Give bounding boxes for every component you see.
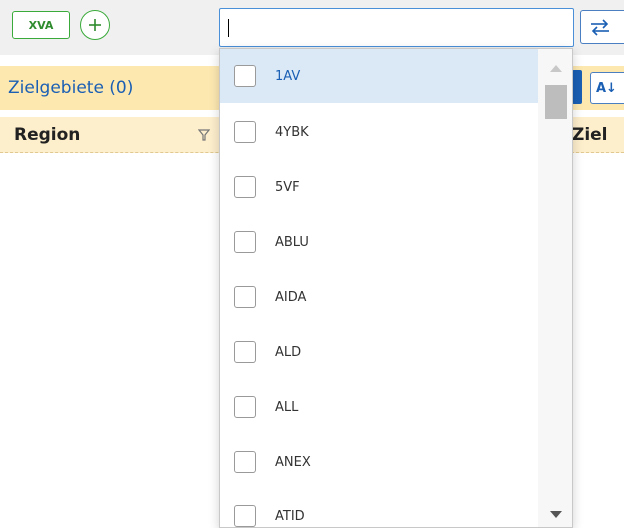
add-button[interactable] — [80, 10, 110, 40]
swap-button[interactable] — [580, 10, 624, 44]
panel-title: Zielgebiete (0) — [8, 78, 134, 98]
search-input[interactable] — [219, 8, 574, 47]
option-label: 5VF — [275, 179, 300, 195]
option-label: 4YBK — [275, 124, 309, 140]
option-checkbox[interactable] — [234, 286, 256, 308]
option-checkbox[interactable] — [234, 65, 256, 87]
header-action-button[interactable] — [572, 70, 582, 104]
scroll-thumb[interactable] — [545, 85, 567, 119]
option-label: AIDA — [275, 289, 307, 305]
dropdown-option[interactable]: ABLU — [220, 215, 538, 269]
option-checkbox[interactable] — [234, 396, 256, 418]
dropdown-option[interactable]: 5VF — [220, 160, 538, 214]
plus-circle-icon — [89, 19, 101, 31]
option-label: ALL — [275, 399, 299, 415]
sort-button-label: A↓ — [596, 80, 617, 96]
xva-button[interactable]: XVA — [12, 11, 70, 39]
multiselect-dropdown: 1AV 4YBK 5VF ABLU AIDA ALD ALL ANEX ATID — [219, 48, 573, 528]
dropdown-option[interactable]: ATID — [220, 489, 538, 527]
option-checkbox[interactable] — [234, 341, 256, 363]
option-checkbox[interactable] — [234, 121, 256, 143]
dropdown-option[interactable]: 1AV — [220, 49, 538, 103]
column-header-region[interactable]: Region — [14, 125, 80, 145]
option-label: ATID — [275, 508, 305, 524]
text-cursor — [228, 19, 229, 37]
dropdown-scrollbar[interactable] — [538, 49, 572, 527]
dropdown-option[interactable]: AIDA — [220, 270, 538, 324]
option-checkbox[interactable] — [234, 505, 256, 527]
swap-arrows-icon — [591, 19, 609, 36]
scroll-down-arrow-icon[interactable] — [550, 511, 562, 518]
filter-icon[interactable] — [198, 129, 210, 141]
option-checkbox[interactable] — [234, 451, 256, 473]
dropdown-option[interactable]: ALL — [220, 380, 538, 434]
option-label: ABLU — [275, 234, 309, 250]
sort-button[interactable]: A↓ — [590, 72, 624, 104]
option-label: 1AV — [275, 68, 301, 84]
option-checkbox[interactable] — [234, 231, 256, 253]
option-label: ALD — [275, 344, 302, 360]
column-header-ziel[interactable]: Ziel — [572, 125, 608, 145]
option-checkbox[interactable] — [234, 176, 256, 198]
dropdown-option[interactable]: ANEX — [220, 435, 538, 489]
option-label: ANEX — [275, 454, 311, 470]
scroll-up-arrow-icon[interactable] — [550, 65, 562, 72]
dropdown-option[interactable]: 4YBK — [220, 105, 538, 159]
top-toolbar: XVA — [0, 0, 624, 55]
xva-button-label: XVA — [28, 18, 54, 32]
dropdown-option[interactable]: ALD — [220, 325, 538, 379]
